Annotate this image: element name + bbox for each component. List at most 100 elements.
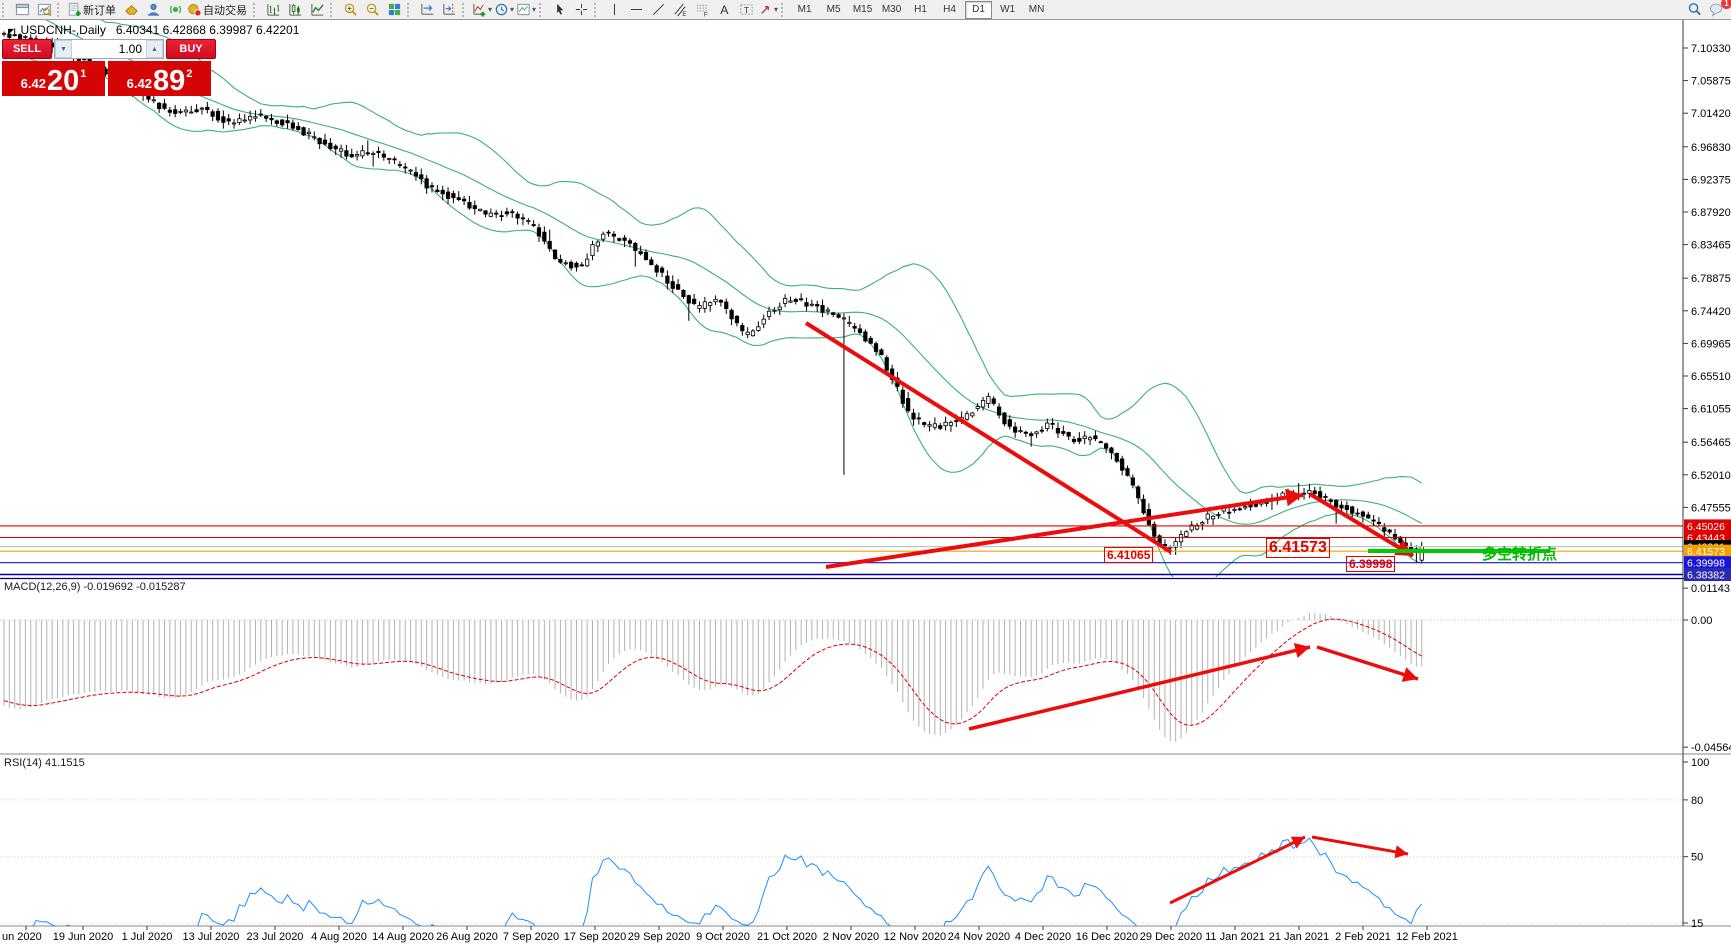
svg-text:23 Jul 2020: 23 Jul 2020 [247,931,304,943]
annotation-low-6.39998[interactable]: 6.39998 [1346,556,1395,572]
new-order-button[interactable]: 新订单 [66,1,120,18]
date-axis[interactable]: un 202019 Jun 20201 Jul 202013 Jul 20202… [2,926,1458,943]
arrows-button[interactable]: ▾ [757,1,779,18]
price-axis[interactable]: 7.103307.058757.014206.968306.923756.879… [1683,43,1731,514]
equidistant-channel-button[interactable]: E [669,1,691,18]
svg-text:-0.045644: -0.045644 [1691,742,1731,754]
price-label-6.45026: 6.45026 [1684,519,1731,533]
svg-text:16 Dec 2020: 16 Dec 2020 [1076,931,1138,943]
vertical-line-icon [607,2,622,17]
timeframe-button-M5[interactable]: M5 [820,1,847,19]
svg-text:2 Nov 2020: 2 Nov 2020 [823,931,879,943]
buy-price-panel[interactable]: 6.42 89 2 [108,61,211,96]
line-chart-button[interactable] [306,1,328,18]
timeframe-button-MN[interactable]: MN [1023,1,1050,19]
toolbar-group-handle[interactable] [2,3,9,17]
volume-decrease-button[interactable]: ▼ [55,40,72,58]
toolbar-group-handle[interactable] [539,3,546,17]
volume-field[interactable]: ▼ 1.00 ▲ [54,39,164,59]
svg-text:un 2020: un 2020 [2,931,42,943]
search-button[interactable] [1683,1,1705,18]
toolbar-group-handle[interactable] [253,3,260,17]
profile-icon [146,2,161,17]
timeframe-button-H4[interactable]: H4 [936,1,963,19]
timeframe-button-H1[interactable]: H1 [907,1,934,19]
cursor-icon [552,2,567,17]
zoom-out-button[interactable] [361,1,383,18]
periods-caret-icon[interactable]: ▾ [510,5,514,14]
deposit-icon [124,2,139,17]
timeframe-button-D1[interactable]: D1 [965,1,992,19]
macd-axis[interactable]: 0.0114310.00-0.045644 [1683,583,1731,754]
volume-value[interactable]: 1.00 [72,40,146,58]
toolbar-group-handle[interactable] [407,3,414,17]
sell-price-panel[interactable]: 6.42 20 1 [2,61,105,96]
chart-canvas[interactable]: 7.103307.058757.014206.968306.923756.879… [0,0,1731,945]
annotation-pivot-note[interactable]: 多空转折点 [1482,543,1557,564]
annotation-low-6.41065[interactable]: 6.41065 [1104,547,1153,563]
timeframe-button-M15[interactable]: M15 [849,1,876,19]
candlestick-series[interactable] [2,28,1423,562]
arrows-icon [758,2,773,17]
text-button[interactable]: A [713,1,735,18]
fibonacci-button[interactable]: F [691,1,713,18]
toolbar-group-handle[interactable] [594,3,601,17]
trend-arrow-up-1[interactable] [826,489,1303,567]
timeframe-button-M1[interactable]: M1 [791,1,818,19]
add-indicator-button[interactable]: ▾ [471,1,493,18]
horizontal-line-button[interactable] [625,1,647,18]
svg-text:11 Jan 2021: 11 Jan 2021 [1205,931,1265,943]
candlestick-chart-button[interactable] [284,1,306,18]
svg-text:7.05875: 7.05875 [1691,76,1731,88]
buy-price-point: 2 [186,68,192,80]
cursor-button[interactable] [548,1,570,18]
deposit-button[interactable] [120,1,142,18]
macd-trend-arrow-down[interactable] [1317,647,1418,682]
svg-text:6.83465: 6.83465 [1691,240,1731,252]
autotrade-button[interactable]: 自动交易 [186,1,251,18]
svg-text:4 Aug 2020: 4 Aug 2020 [311,931,367,943]
sell-button[interactable]: SELL [2,39,52,59]
arrows-caret-icon[interactable]: ▾ [774,5,778,14]
sell-price-pips: 20 [47,68,79,94]
templates-button[interactable]: ▾ [515,1,537,18]
rsi-line [4,838,1422,945]
periods-button[interactable]: ▾ [493,1,515,18]
toolbar-group-handle[interactable] [57,3,64,17]
sell-price-point: 1 [80,68,86,80]
toolbar-group-handle[interactable] [330,3,337,17]
tile-windows-button[interactable] [383,1,405,18]
auto-scroll-button[interactable] [416,1,438,18]
rsi-trend-arrow-up[interactable] [1170,837,1305,903]
trend-line-button[interactable] [647,1,669,18]
profile-button[interactable] [142,1,164,18]
zoom-in-button[interactable] [339,1,361,18]
bar-chart-button[interactable] [262,1,284,18]
templates-caret-icon[interactable]: ▾ [532,5,536,14]
annotation-pivot-6.41573[interactable]: 6.41573 [1266,538,1330,558]
chart-preview-button[interactable] [33,1,55,18]
window-layout-button[interactable] [11,1,33,18]
autotrade-label: 自动交易 [203,2,247,18]
chat-button[interactable]: 1 [1705,1,1727,18]
chart-ohlc-values: 6.40341 6.42868 6.39987 6.42201 [116,23,300,37]
volume-increase-button[interactable]: ▲ [146,40,163,58]
buy-button[interactable]: BUY [166,39,216,59]
add-indicator-caret-icon[interactable]: ▾ [488,5,492,14]
timeframe-button-W1[interactable]: W1 [994,1,1021,19]
crosshair-button[interactable] [570,1,592,18]
chart-shift-button[interactable] [438,1,460,18]
svg-text:21 Oct 2020: 21 Oct 2020 [757,931,817,943]
fibonacci-icon: F [695,2,710,17]
svg-text:6.92375: 6.92375 [1691,174,1731,186]
chart-preview-icon [37,2,52,17]
signal-button[interactable] [164,1,186,18]
text-label-button[interactable]: T [735,1,757,18]
zoom-in-icon [343,2,358,17]
svg-text:4 Dec 2020: 4 Dec 2020 [1015,931,1071,943]
vertical-line-button[interactable] [603,1,625,18]
svg-text:100: 100 [1691,757,1709,769]
toolbar-group-handle[interactable] [781,3,788,17]
toolbar-group-handle[interactable] [462,3,469,17]
timeframe-button-M30[interactable]: M30 [878,1,905,19]
